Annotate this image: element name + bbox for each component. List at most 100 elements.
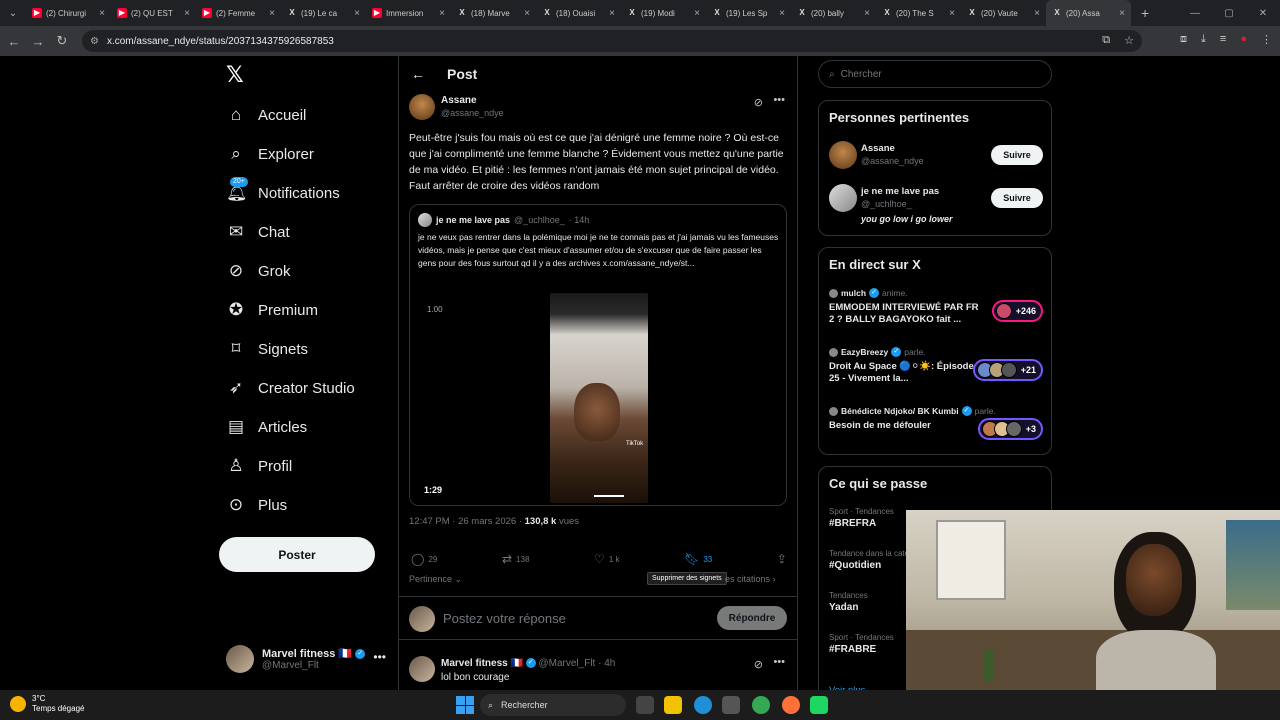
live-space-item[interactable]: mulch ✓ anime. EMMODEM INTERVIEWÉ PAR FR 2 … (829, 288, 1043, 332)
minimize-icon[interactable]: — (1178, 8, 1212, 19)
listeners-pill[interactable]: +21 (972, 359, 1043, 381)
sidebar-item-creator-studio[interactable]: ➶ Creator Studio (226, 373, 355, 403)
browser-tab[interactable]: X (20) Vaute × (961, 0, 1046, 26)
close-tab-icon[interactable]: × (1034, 8, 1040, 19)
browser-tab[interactable]: ▶ (2) Chirurgi × (26, 0, 111, 26)
close-tab-icon[interactable]: × (184, 8, 190, 19)
view-quotes-link[interactable]: es citations › (725, 574, 776, 584)
browser-tab[interactable]: X (19) Modi × (621, 0, 706, 26)
post-button[interactable]: Poster (219, 537, 375, 572)
close-tab-icon[interactable]: × (694, 8, 700, 19)
task-view-icon[interactable] (636, 696, 654, 714)
more-icon[interactable]: ••• (373, 650, 386, 664)
weather-widget[interactable]: 3°C Temps dégagé (10, 694, 84, 714)
account-switcher[interactable]: Marvel fitness 🇫🇷 ✓ @Marvel_Flt ••• (226, 642, 396, 676)
edge-icon[interactable] (694, 696, 712, 714)
x-logo-icon[interactable]: 𝕏 (226, 64, 248, 86)
sidebar-item-notifications[interactable]: 🔔︎ 20+ Notifications (226, 177, 340, 208)
repost-button[interactable]: ⇄ 138 (502, 552, 529, 566)
share-button[interactable]: ⇪ (777, 552, 787, 566)
forward-icon[interactable]: → (26, 34, 50, 49)
firefox-icon[interactable] (782, 696, 800, 714)
search-input[interactable]: ⌕ Chercher (818, 60, 1052, 88)
sort-dropdown[interactable]: Pertinence ⌄ (409, 574, 462, 585)
more-icon[interactable]: ••• (773, 656, 785, 668)
follow-button[interactable]: Suivre (991, 145, 1043, 165)
reply-item[interactable]: Marvel fitness 🇫🇷 ✓ @Marvel_Flt · 4h lol… (409, 652, 789, 690)
profile-icon[interactable]: ● (1240, 33, 1247, 46)
close-tab-icon[interactable]: × (949, 8, 955, 19)
menu-icon[interactable]: ⋮ (1261, 33, 1272, 46)
browser-tab[interactable]: ▶ (2) QU EST × (111, 0, 196, 26)
close-tab-icon[interactable]: × (864, 8, 870, 19)
author-handle[interactable]: @assane_ndye (441, 108, 504, 118)
live-space-item[interactable]: Bénédicte Ndjoko/ BK Kumbi ✓ parle. Besoin … (829, 406, 1043, 450)
taskbar-search[interactable]: ⌕ Rechercher (480, 694, 626, 716)
sidebar-item-accueil[interactable]: ⌂ Accueil (226, 100, 307, 130)
sidebar-item-chat[interactable]: ✉ Chat (226, 217, 290, 247)
browser-tab[interactable]: X (18) Marve × (451, 0, 536, 26)
close-tab-icon[interactable]: × (609, 8, 615, 19)
windows-start-icon[interactable] (456, 696, 474, 714)
close-tab-icon[interactable]: × (439, 8, 445, 19)
browser-tab[interactable]: X (18) Ouaisi × (536, 0, 621, 26)
person-item[interactable]: Assane @assane_ndye Suivre (829, 141, 1043, 171)
chrome-icon[interactable] (752, 696, 770, 714)
star-icon[interactable]: ☆ (1124, 34, 1134, 47)
listeners-pill[interactable]: +246 (991, 300, 1043, 322)
new-tab-button[interactable]: + (1141, 5, 1149, 21)
like-button[interactable]: ♡ 1 k (594, 552, 619, 566)
close-tab-icon[interactable]: × (1119, 8, 1125, 19)
follow-button[interactable]: Suivre (991, 188, 1043, 208)
file-explorer-icon[interactable] (664, 696, 682, 714)
tab-search-icon[interactable]: ⌄ (0, 0, 26, 26)
close-tab-icon[interactable]: × (524, 8, 530, 19)
author-avatar[interactable] (409, 94, 435, 120)
close-tab-icon[interactable]: × (269, 8, 275, 19)
download-icon[interactable]: ⤓ (1201, 33, 1206, 46)
close-tab-icon[interactable]: × (779, 8, 785, 19)
browser-tab[interactable]: X (20) The S × (876, 0, 961, 26)
extensions-icon[interactable]: ⧈ (1180, 33, 1187, 46)
store-icon[interactable] (722, 696, 740, 714)
media-icon[interactable]: ≡ (1220, 33, 1226, 46)
sidebar-item-explorer[interactable]: ⌕ Explorer (226, 139, 314, 169)
back-arrow-icon[interactable]: ← (411, 66, 425, 82)
site-info-icon[interactable]: ⚙ (90, 36, 99, 47)
maximize-icon[interactable]: ▢ (1212, 8, 1246, 19)
more-icon[interactable]: ••• (773, 94, 785, 106)
quoted-post[interactable]: je ne me lave pas @_uchlhoe_ · 14h je ne… (409, 204, 787, 506)
sidebar-item-signets[interactable]: ⌑ Signets (226, 334, 308, 364)
back-icon[interactable]: ← (2, 34, 26, 49)
install-icon[interactable]: ⧉ (1102, 34, 1110, 47)
video-player[interactable]: 1.00 TikTok 1:29 (410, 285, 786, 505)
reply-button[interactable]: ◯ 29 (411, 552, 437, 566)
sidebar-item-profil[interactable]: ♙ Profil (226, 451, 292, 481)
browser-tab[interactable]: X (20) bally × (791, 0, 876, 26)
sidebar-item-plus[interactable]: ⊙ Plus (226, 490, 287, 520)
reply-button[interactable]: Répondre (717, 606, 787, 630)
close-tab-icon[interactable]: × (354, 8, 360, 19)
author-name[interactable]: Assane (441, 95, 477, 106)
browser-tab[interactable]: X (19) Le ca × (281, 0, 366, 26)
live-space-item[interactable]: EazyBreezy ✓ parle. Droit Au Space 🔵⚪☀️: Ép… (829, 347, 1043, 391)
listeners-pill[interactable]: +3 (977, 418, 1043, 440)
browser-tab[interactable]: X (19) Les Sp × (706, 0, 791, 26)
close-tab-icon[interactable]: × (99, 8, 105, 19)
browser-tab[interactable]: ▶ Immersion × (366, 0, 451, 26)
avatar[interactable] (409, 656, 435, 682)
grok-icon[interactable]: ⊘ (754, 96, 763, 109)
reload-icon[interactable]: ↻ (50, 33, 74, 49)
bookmark-button[interactable]: 🔖︎ 33 (684, 552, 712, 566)
grok-icon[interactable]: ⊘ (754, 658, 763, 671)
reply-input[interactable]: Postez votre réponse (443, 611, 566, 626)
app-icon[interactable] (810, 696, 828, 714)
sidebar-item-articles[interactable]: ▤ Articles (226, 412, 307, 442)
close-window-icon[interactable]: ✕ (1246, 8, 1280, 19)
browser-tab[interactable]: ▶ (2) Femme × (196, 0, 281, 26)
person-item[interactable]: je ne me lave pas @_uchlhoe_ you go low … (829, 184, 1043, 224)
browser-tab[interactable]: X (20) Assa × (1046, 0, 1131, 26)
sidebar-item-premium[interactable]: ✪ Premium (226, 295, 318, 325)
url-field[interactable]: ⚙ x.com/assane_ndye/status/2037134375926… (82, 30, 1142, 52)
sidebar-item-grok[interactable]: ⊘ Grok (226, 256, 291, 286)
